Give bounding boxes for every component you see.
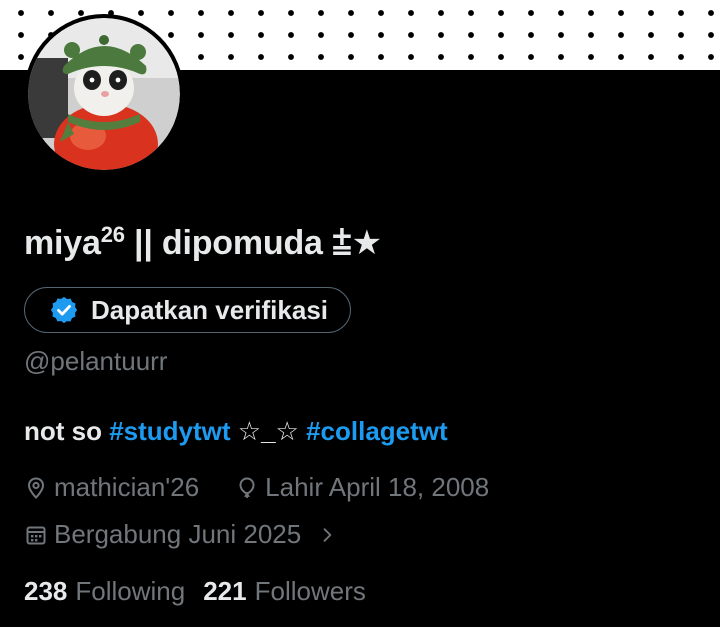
get-verified-button[interactable]: Dapatkan verifikasi: [24, 287, 352, 333]
birthday-text: Lahir April 18, 2008: [265, 472, 490, 502]
calendar-icon: [26, 526, 46, 544]
followers-count: 221: [203, 576, 247, 606]
display-name: miya26 || dipomuda ⩲★: [24, 222, 382, 263]
bio-text: not so: [24, 416, 110, 446]
location-text: mathician'26: [54, 472, 200, 502]
joined-item[interactable]: Bergabung Juni 2025: [24, 519, 337, 550]
followers-label: Followers: [254, 576, 366, 606]
verified-badge-icon: [50, 296, 78, 324]
hashtag-link-studytwt[interactable]: #studytwt: [109, 416, 230, 446]
balloon-icon: [239, 476, 255, 498]
chevron-right-icon[interactable]: [317, 525, 337, 545]
joined-row[interactable]: Bergabung Juni 2025: [24, 519, 337, 550]
display-name-text: miya: [24, 224, 101, 262]
display-name-symbol: ⩲★: [331, 224, 382, 262]
display-name-rest: || dipomuda: [124, 224, 332, 262]
following-link[interactable]: 238 Following: [24, 576, 185, 607]
follow-stats: 238 Following 221 Followers: [24, 576, 366, 607]
following-label: Following: [75, 576, 186, 606]
get-verified-label: Dapatkan verifikasi: [91, 294, 329, 325]
location-pin-icon: [27, 476, 45, 499]
birthday-item: Lahir April 18, 2008: [235, 472, 489, 503]
display-name-superscript: 26: [100, 222, 125, 247]
profile-meta-row: mathician'26 Lahir April 18, 2008: [24, 472, 489, 503]
hashtag-link-collagetwt[interactable]: #collagetwt: [306, 416, 448, 446]
following-count: 238: [24, 576, 68, 606]
avatar[interactable]: [24, 14, 184, 174]
location-item: mathician'26: [24, 472, 199, 503]
joined-text: Bergabung Juni 2025: [54, 519, 302, 549]
avatar-image: [28, 18, 180, 170]
user-handle: @pelantuurr: [24, 346, 168, 376]
bio-text-symbols: ☆_☆: [230, 416, 307, 446]
followers-link[interactable]: 221 Followers: [203, 576, 366, 607]
bio: not so #studytwt ☆_☆ #collagetwt: [24, 416, 448, 447]
